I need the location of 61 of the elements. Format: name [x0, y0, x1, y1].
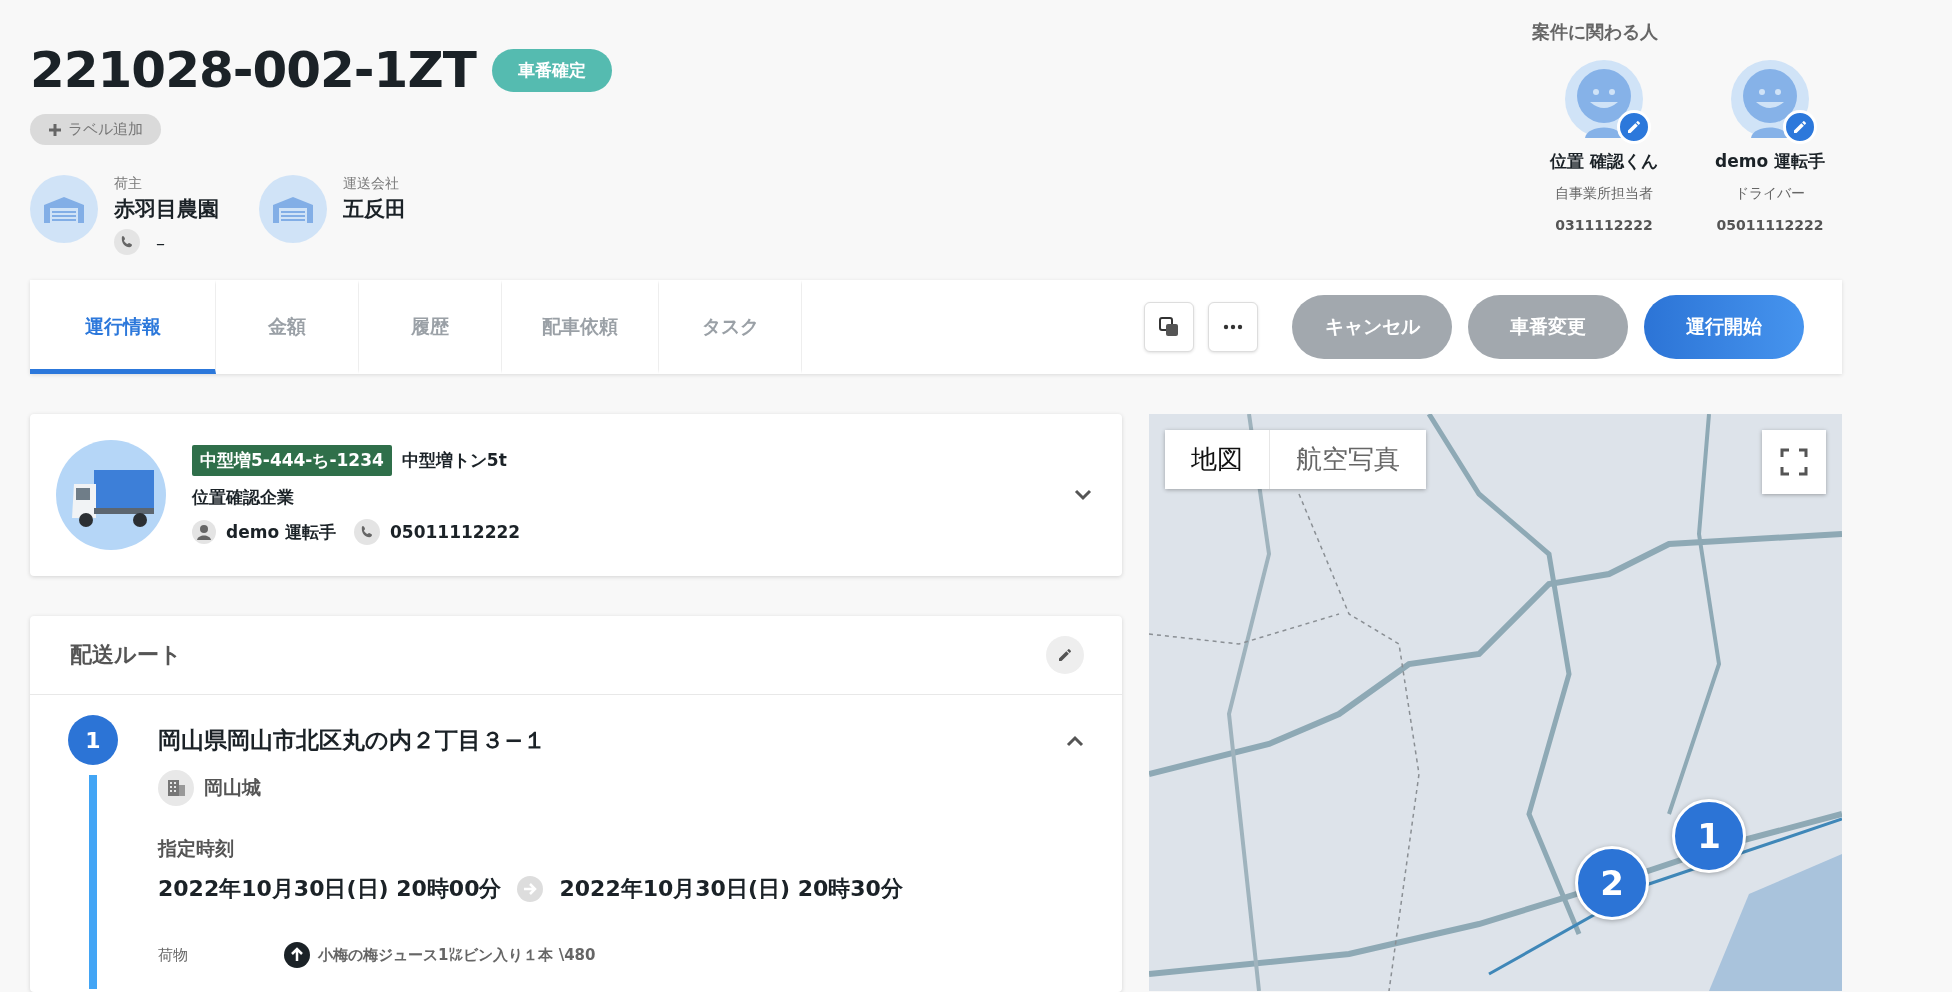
phone-icon [354, 519, 380, 545]
person-phone: 0311112222 [1555, 217, 1653, 233]
people-title: 案件に関わる人 [1532, 20, 1659, 44]
driver-phone: 05011112222 [390, 522, 521, 542]
fullscreen-button[interactable] [1762, 430, 1826, 494]
vehicle-type: 中型増トン5t [401, 449, 507, 472]
tab[interactable]: タスク [659, 280, 802, 374]
fullscreen-icon [1780, 448, 1808, 476]
tab[interactable]: 金額 [216, 280, 359, 374]
person-name: 位置 確認くん [1550, 150, 1658, 173]
action-button[interactable]: 運行開始 [1644, 295, 1804, 359]
copy-icon [1158, 316, 1180, 338]
map-type-tab[interactable]: 航空写真 [1269, 430, 1426, 489]
copy-button[interactable] [1144, 302, 1194, 352]
add-label-button[interactable]: ラベル追加 [30, 114, 161, 145]
edit-button[interactable] [1617, 110, 1651, 144]
person-role: 自事業所担当者 [1555, 185, 1653, 203]
tab[interactable]: 履歴 [359, 280, 502, 374]
warehouse-icon [259, 175, 327, 243]
person-role: ドライバー [1735, 185, 1805, 203]
tab[interactable]: 配車依頼 [502, 280, 659, 374]
arrow-up-icon [284, 942, 310, 968]
party-role: 荷主 [114, 175, 143, 193]
person-icon [192, 520, 216, 544]
section-title: 配送ルート [70, 641, 182, 669]
arrow-right-icon [517, 876, 544, 902]
company-name: 位置確認企業 [192, 486, 294, 509]
phone-number: – [156, 231, 165, 253]
stop-number: 1 [68, 715, 118, 765]
plus-icon [48, 122, 62, 137]
phone-icon [114, 229, 140, 255]
pencil-icon [1057, 647, 1073, 663]
status-badge: 車番確定 [491, 48, 612, 92]
pencil-icon [1626, 119, 1642, 135]
action-button[interactable]: キャンセル [1292, 295, 1452, 359]
edit-button[interactable] [1046, 636, 1084, 674]
tab[interactable]: 運行情報 [30, 280, 216, 374]
order-number: 221028-002-1ZT [30, 40, 476, 101]
chevron-up-icon[interactable] [1066, 734, 1084, 747]
place-name: 岡山城 [204, 775, 261, 800]
license-plate: 中型増5-444-ち-1234 [192, 445, 392, 476]
stop-address: 岡山県岡山市北区丸の内２丁目３−１ [158, 726, 547, 755]
building-icon [158, 770, 194, 806]
more-icon [1223, 324, 1243, 330]
person-phone: 05011112222 [1716, 217, 1824, 233]
map-type-tab[interactable]: 地図 [1165, 430, 1269, 489]
person-name: demo 運転手 [1715, 150, 1825, 173]
field-label: 荷物 [158, 945, 189, 965]
pencil-icon [1792, 119, 1808, 135]
chevron-down-icon[interactable] [1074, 489, 1092, 501]
party-role: 運送会社 [343, 175, 400, 193]
cargo-item: 小梅の梅ジュース1㍑ビン入り１本 \480 [318, 945, 596, 965]
action-button[interactable]: 車番変更 [1468, 295, 1628, 359]
warehouse-icon [30, 175, 98, 243]
party-name: 五反田 [343, 196, 406, 223]
field-label: 指定時刻 [158, 836, 235, 861]
party-name: 赤羽目農園 [114, 196, 219, 223]
driver-name: demo 運転手 [226, 520, 336, 544]
time-to: 2022年10月30日(日) 20時30分 [559, 875, 903, 903]
time-from: 2022年10月30日(日) 20時00分 [158, 875, 502, 903]
edit-button[interactable] [1783, 110, 1817, 144]
